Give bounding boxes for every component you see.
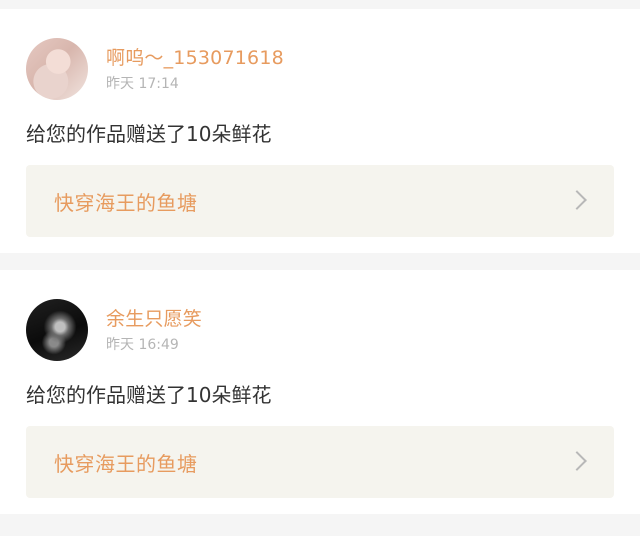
chevron-right-icon [567, 190, 587, 210]
work-link[interactable]: 快穿海王的鱼塘 [26, 426, 614, 498]
timestamp: 昨天 16:49 [106, 337, 179, 353]
chevron-right-icon [567, 451, 587, 471]
notification-feed: 啊呜～_153071618 昨天 17:14 给您的作品赠送了10朵鲜花 快穿海… [0, 0, 640, 536]
work-title: 快穿海王的鱼塘 [54, 191, 198, 215]
notification-card: 啊呜～_153071618 昨天 17:14 给您的作品赠送了10朵鲜花 快穿海… [0, 9, 640, 253]
gift-message: 给您的作品赠送了10朵鲜花 [26, 122, 272, 146]
username[interactable]: 余生只愿笑 [106, 304, 202, 331]
gift-message: 给您的作品赠送了10朵鲜花 [26, 383, 272, 407]
timestamp: 昨天 17:14 [106, 76, 179, 92]
username[interactable]: 啊呜～_153071618 [106, 43, 284, 70]
work-title: 快穿海王的鱼塘 [54, 452, 198, 476]
avatar[interactable] [26, 299, 88, 361]
work-link[interactable]: 快穿海王的鱼塘 [26, 165, 614, 237]
avatar[interactable] [26, 38, 88, 100]
notification-card: 余生只愿笑 昨天 16:49 给您的作品赠送了10朵鲜花 快穿海王的鱼塘 [0, 270, 640, 514]
